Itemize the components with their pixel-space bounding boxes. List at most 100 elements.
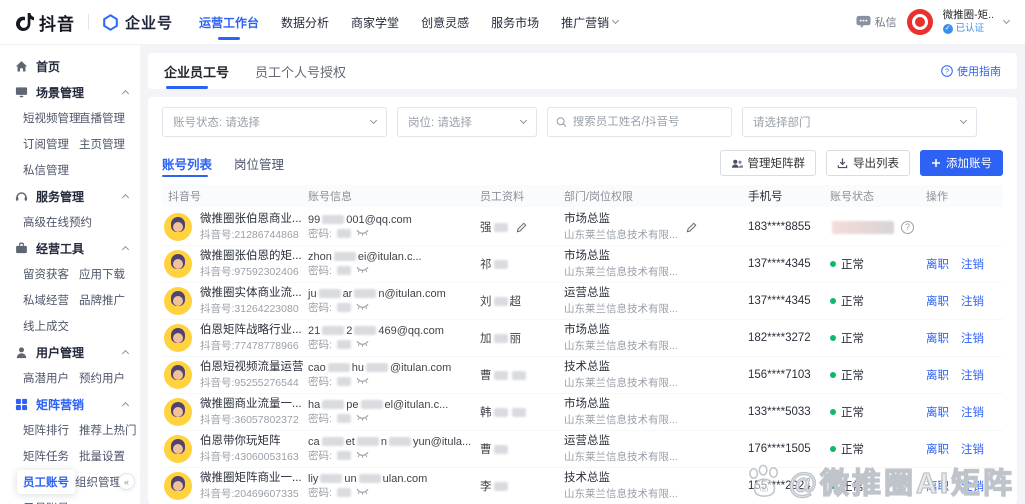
sidebar-item[interactable]: 品牌推广 (79, 292, 135, 308)
sidebar-item[interactable]: 矩阵任务 (23, 448, 79, 464)
action-link[interactable]: 离职 (926, 404, 949, 420)
action-link[interactable]: 注销 (961, 404, 984, 420)
sidebar-item[interactable]: 直播管理 (79, 110, 135, 126)
nav-item-promotion[interactable]: 推广营销 (561, 0, 620, 45)
tab-account-list[interactable]: 账号列表 (162, 149, 212, 177)
action-link[interactable]: 离职 (926, 367, 949, 383)
redacted-text (358, 473, 381, 483)
redacted-text (356, 436, 379, 446)
position-select[interactable]: 岗位: 请选择 (397, 107, 537, 137)
action-link[interactable]: 离职 (926, 330, 949, 346)
search-input[interactable] (572, 116, 723, 128)
usage-guide-link[interactable]: ? 使用指南 (941, 63, 1001, 79)
redacted-text (366, 362, 388, 372)
sidebar-item[interactable]: 员工账号 (17, 470, 75, 494)
douyin-note-icon (16, 13, 34, 32)
sidebar-section-users[interactable]: 用户管理 (0, 339, 140, 365)
sidebar-item[interactable]: 私域经营 (23, 292, 79, 308)
account-email: ha pe el@itulan.c... (308, 398, 449, 411)
account-chevron-icon[interactable] (1002, 16, 1011, 25)
sidebar-item[interactable]: 子母账号 (23, 500, 79, 504)
sidebar-section-home[interactable]: 首页 (0, 53, 140, 79)
sidebar-item[interactable]: 短视频管理 (23, 110, 81, 126)
sidebar-section-matrix[interactable]: 矩阵营销 (0, 391, 140, 417)
nav-item-academy[interactable]: 商家学堂 (351, 0, 399, 45)
department-select[interactable]: 请选择部门 (742, 107, 977, 137)
user-avatar[interactable] (906, 9, 933, 35)
account-status-select[interactable]: 账号状态: 请选择 (162, 107, 387, 137)
employee-name: 李 (480, 478, 510, 494)
action-link[interactable]: 离职 (926, 441, 949, 457)
action-link[interactable]: 离职 (926, 478, 949, 494)
eye-icon[interactable] (356, 303, 369, 312)
messages-button[interactable]: 私信 (856, 14, 897, 30)
password-label: 密码: (308, 412, 332, 425)
sidebar-item[interactable]: 高级在线预约 (23, 214, 92, 230)
status-help-icon[interactable]: ? (901, 220, 914, 234)
nav-item-analytics[interactable]: 数据分析 (281, 0, 329, 45)
action-link[interactable]: 注销 (961, 478, 984, 494)
sidebar-section-service[interactable]: 服务管理 (0, 183, 140, 209)
action-link[interactable]: 注销 (961, 441, 984, 457)
tab-personal-account-auth[interactable]: 员工个人号授权 (255, 53, 346, 89)
avatar (164, 250, 192, 278)
sidebar-collapse-button[interactable]: « (118, 473, 135, 490)
eye-icon[interactable] (356, 377, 369, 386)
account-email: ca et n yun@itula... (308, 435, 472, 448)
employee-name: 曹 (480, 367, 528, 383)
edit-pencil-icon[interactable] (686, 222, 697, 233)
sidebar-item[interactable]: 矩阵排行 (23, 422, 79, 438)
eye-icon[interactable] (356, 451, 369, 460)
nav-item-market[interactable]: 服务市场 (491, 0, 539, 45)
status-label: 正常 (841, 370, 864, 382)
eye-icon[interactable] (356, 488, 369, 497)
sidebar-item[interactable]: 推荐上热门 (79, 422, 137, 438)
export-list-button[interactable]: 导出列表 (826, 150, 910, 176)
sidebar-item[interactable]: 高潜用户 (23, 370, 79, 386)
sidebar-item[interactable]: 线上成交 (23, 318, 79, 334)
nav-item-inspiration[interactable]: 创意灵感 (421, 0, 469, 45)
sidebar-section-scene[interactable]: 场景管理 (0, 79, 140, 105)
action-link[interactable]: 离职 (926, 256, 949, 272)
action-link[interactable]: 注销 (961, 256, 984, 272)
eye-icon[interactable] (356, 340, 369, 349)
verified-check-icon: ✓ (942, 23, 953, 34)
eye-icon[interactable] (356, 266, 369, 275)
department-company: 山东莱兰信息技术有限... (564, 487, 678, 500)
sidebar-item[interactable]: 主页管理 (79, 136, 135, 152)
col-actions: 操作 (926, 191, 948, 203)
department-role: 市场总监 (564, 324, 610, 337)
sidebar-item[interactable]: 批量设置 (79, 448, 135, 464)
nav-item-workbench[interactable]: 运营工作台 (199, 0, 259, 45)
add-account-button[interactable]: 添加账号 (920, 150, 1003, 176)
account-status: 正常 (830, 441, 926, 457)
edit-pencil-icon[interactable] (516, 222, 527, 233)
sidebar-item[interactable]: 私信管理 (23, 162, 79, 178)
account-douyin-id: 抖音号:36057802372 (200, 413, 299, 426)
sidebar-item[interactable]: 订阅管理 (23, 136, 79, 152)
tab-enterprise-employee-account[interactable]: 企业员工号 (164, 53, 229, 89)
enterprise-logo[interactable]: 企业号 (102, 12, 173, 33)
eye-icon[interactable] (356, 414, 369, 423)
sidebar-item[interactable]: 留资获客 (23, 266, 79, 282)
employee-search[interactable] (547, 107, 732, 137)
redacted-text (493, 334, 508, 343)
douyin-logo[interactable]: 抖音 (16, 10, 75, 35)
account-list-card: 账号状态: 请选择 岗位: 请选择 请选择部门 账号列表 岗位管理 管理矩阵群 … (148, 97, 1017, 504)
eye-icon[interactable] (356, 229, 369, 238)
manage-matrix-group-button[interactable]: 管理矩阵群 (719, 150, 816, 176)
tab-position-management[interactable]: 岗位管理 (234, 149, 284, 177)
account-nickname: 微推圈张伯恩的矩... (200, 250, 302, 263)
divider (88, 14, 89, 30)
page-tabs-bar: 企业员工号 员工个人号授权 ? 使用指南 (148, 53, 1017, 89)
action-link[interactable]: 注销 (961, 293, 984, 309)
sidebar-section-tools[interactable]: 经营工具 (0, 235, 140, 261)
account-info[interactable]: 微推圈-矩.. ✓ 已认证 (942, 9, 994, 35)
action-link[interactable]: 离职 (926, 293, 949, 309)
action-link[interactable]: 注销 (961, 330, 984, 346)
account-nickname: 伯恩矩阵战略行业... (200, 324, 302, 337)
account-email: 21 2 469@qq.com (308, 324, 444, 337)
sidebar-item[interactable]: 预约用户 (79, 370, 135, 386)
sidebar-item[interactable]: 应用下载 (79, 266, 135, 282)
action-link[interactable]: 注销 (961, 367, 984, 383)
